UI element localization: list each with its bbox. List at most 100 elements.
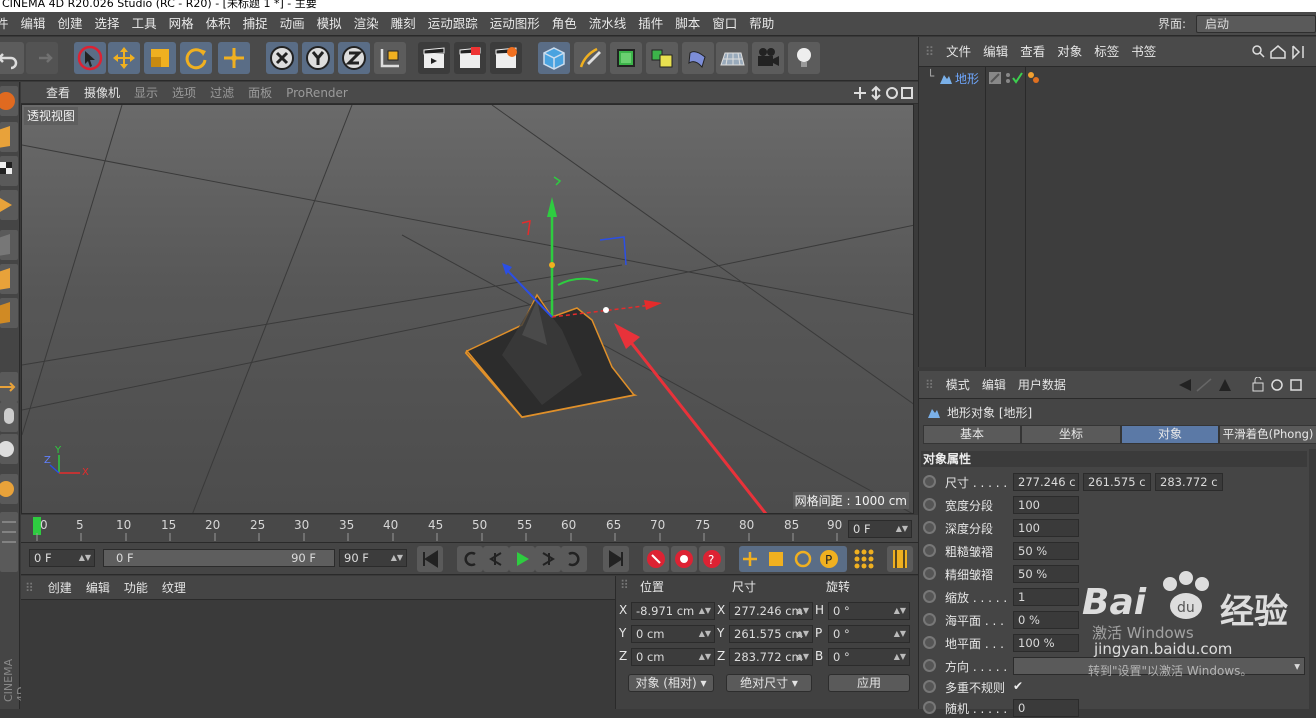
transform-tool-button[interactable] bbox=[218, 42, 250, 74]
menu-motion-tracking[interactable]: 运动跟踪 bbox=[422, 12, 484, 36]
obj-menu-bookmarks[interactable]: 书签 bbox=[1125, 37, 1162, 67]
scale-field[interactable]: 1 bbox=[1013, 588, 1079, 606]
visibility-toggles[interactable] bbox=[989, 71, 1025, 85]
move-tool-button[interactable] bbox=[108, 42, 140, 74]
size-x-field[interactable]: 277.246 cm ▲▼ bbox=[729, 602, 813, 620]
menu-pipeline[interactable]: 流水线 bbox=[583, 12, 633, 36]
tag-icon[interactable] bbox=[1027, 71, 1041, 85]
animate-dot-icon[interactable] bbox=[923, 701, 936, 714]
timeline-ruler[interactable]: 0 5 10 15 20 25 30 35 40 45 50 55 60 65 … bbox=[21, 515, 918, 543]
animate-dot-icon[interactable] bbox=[923, 636, 936, 649]
rotation-p-field[interactable]: 0 ° ▲▼ bbox=[828, 625, 910, 643]
menu-edit[interactable]: 编辑 bbox=[15, 12, 52, 36]
mat-menu-create[interactable]: 创建 bbox=[41, 576, 79, 600]
vp-menu-prorender[interactable]: ProRender bbox=[279, 82, 355, 104]
animate-dot-icon[interactable] bbox=[923, 521, 936, 534]
attribute-nav-icons[interactable] bbox=[1175, 377, 1315, 393]
mode-object-button[interactable] bbox=[0, 122, 18, 152]
apply-button[interactable]: 应用 bbox=[828, 674, 910, 692]
menu-sculpt[interactable]: 雕刻 bbox=[385, 12, 422, 36]
size-y-value[interactable]: 261.575 c bbox=[1083, 473, 1151, 491]
tab-object[interactable]: 对象 bbox=[1121, 425, 1219, 444]
obj-menu-edit[interactable]: 编辑 bbox=[977, 37, 1014, 67]
size-z-value[interactable]: 283.772 c bbox=[1155, 473, 1223, 491]
animate-dot-icon[interactable] bbox=[923, 680, 936, 693]
rotation-h-field[interactable]: 0 ° ▲▼ bbox=[828, 602, 910, 620]
fine-wrinkle-field[interactable]: 50 % bbox=[1013, 565, 1079, 583]
render-view-button[interactable] bbox=[418, 42, 450, 74]
object-panel-icons[interactable] bbox=[1251, 44, 1315, 60]
menu-window[interactable]: 窗口 bbox=[706, 12, 743, 36]
rotation-b-field[interactable]: 0 ° ▲▼ bbox=[828, 648, 910, 666]
vp-menu-filter[interactable]: 过滤 bbox=[203, 82, 241, 104]
coordinate-system-button[interactable] bbox=[374, 42, 406, 74]
light-button[interactable] bbox=[788, 42, 820, 74]
menu-create[interactable]: 创建 bbox=[52, 12, 89, 36]
menu-file[interactable]: 件 bbox=[0, 12, 15, 36]
size-x-value[interactable]: 277.246 c bbox=[1013, 473, 1079, 491]
mode-texture-button[interactable] bbox=[0, 156, 18, 186]
random-seed-field[interactable]: 0 bbox=[1013, 699, 1079, 717]
viewport-nav-icons[interactable] bbox=[854, 85, 914, 101]
width-segments-field[interactable]: 100 bbox=[1013, 496, 1079, 514]
floor-button[interactable] bbox=[716, 42, 748, 74]
rotate-tool-button[interactable] bbox=[180, 42, 212, 74]
animate-dot-icon[interactable] bbox=[923, 590, 936, 603]
coord-mode-dropdown[interactable]: 对象 (相对) ▾ bbox=[628, 674, 714, 692]
menu-character[interactable]: 角色 bbox=[546, 12, 583, 36]
array-button[interactable] bbox=[646, 42, 678, 74]
render-settings-button[interactable] bbox=[490, 42, 522, 74]
attribute-scrollbar[interactable] bbox=[1309, 449, 1316, 709]
redo-button[interactable] bbox=[26, 42, 58, 74]
enable-axis-button[interactable] bbox=[0, 372, 18, 402]
plateau-level-field[interactable]: 100 % bbox=[1013, 634, 1079, 652]
animate-dot-icon[interactable] bbox=[923, 613, 936, 626]
size-y-field[interactable]: 261.575 cm ▲▼ bbox=[729, 625, 813, 643]
mode-points-button[interactable] bbox=[0, 230, 18, 260]
depth-segments-field[interactable]: 100 bbox=[1013, 519, 1079, 537]
frame-range-slider[interactable]: 0 F 90 F bbox=[103, 549, 335, 567]
live-selection-button[interactable] bbox=[74, 42, 106, 74]
object-row[interactable]: └ 地形 bbox=[919, 69, 1316, 87]
perspective-viewport[interactable]: Y X Z 透视视图 网格间距 : 1000 cm bbox=[21, 104, 914, 514]
snapping-button[interactable] bbox=[0, 434, 18, 464]
layout-select[interactable]: 启动 bbox=[1196, 15, 1316, 33]
current-frame-field[interactable]: 0 F ▲▼ bbox=[848, 520, 912, 538]
sea-level-field[interactable]: 0 % bbox=[1013, 611, 1079, 629]
camera-button[interactable] bbox=[752, 42, 784, 74]
obj-menu-objects[interactable]: 对象 bbox=[1051, 37, 1088, 67]
animate-dot-icon[interactable] bbox=[923, 544, 936, 557]
tab-basic[interactable]: 基本 bbox=[923, 425, 1021, 444]
menu-snap[interactable]: 捕捉 bbox=[237, 12, 274, 36]
vp-menu-view[interactable]: 查看 bbox=[21, 82, 77, 104]
mat-menu-function[interactable]: 功能 bbox=[117, 576, 155, 600]
mode-model-button[interactable] bbox=[0, 86, 18, 116]
size-mode-dropdown[interactable]: 绝对尺寸 ▾ bbox=[726, 674, 812, 692]
menu-plugins[interactable]: 插件 bbox=[632, 12, 669, 36]
menu-simulate[interactable]: 模拟 bbox=[311, 12, 348, 36]
position-y-field[interactable]: 0 cm ▲▼ bbox=[631, 625, 715, 643]
animate-dot-icon[interactable] bbox=[923, 475, 936, 488]
vp-menu-options[interactable]: 选项 bbox=[165, 82, 203, 104]
mode-edges-button[interactable] bbox=[0, 264, 18, 294]
position-z-field[interactable]: 0 cm ▲▼ bbox=[631, 648, 715, 666]
attr-menu-edit[interactable]: 编辑 bbox=[976, 371, 1012, 399]
menu-tools[interactable]: 工具 bbox=[126, 12, 163, 36]
menu-animate[interactable]: 动画 bbox=[274, 12, 311, 36]
mat-menu-edit[interactable]: 编辑 bbox=[79, 576, 117, 600]
magnet-button[interactable] bbox=[0, 474, 18, 504]
animate-dot-icon[interactable] bbox=[923, 498, 936, 511]
tab-coordinates[interactable]: 坐标 bbox=[1021, 425, 1121, 444]
animate-dot-icon[interactable] bbox=[923, 567, 936, 580]
tweak-button[interactable] bbox=[0, 402, 18, 432]
rough-wrinkle-field[interactable]: 50 % bbox=[1013, 542, 1079, 560]
render-region-button[interactable] bbox=[454, 42, 486, 74]
obj-menu-file[interactable]: 文件 bbox=[940, 37, 977, 67]
mode-polygons-button[interactable] bbox=[0, 298, 18, 328]
undo-button[interactable] bbox=[0, 42, 24, 74]
attr-menu-mode[interactable]: 模式 bbox=[940, 371, 976, 399]
end-frame-field[interactable]: 90 F ▲▼ bbox=[339, 549, 407, 567]
obj-menu-tags[interactable]: 标签 bbox=[1088, 37, 1125, 67]
obj-menu-view[interactable]: 查看 bbox=[1014, 37, 1051, 67]
z-axis-button[interactable] bbox=[338, 42, 370, 74]
